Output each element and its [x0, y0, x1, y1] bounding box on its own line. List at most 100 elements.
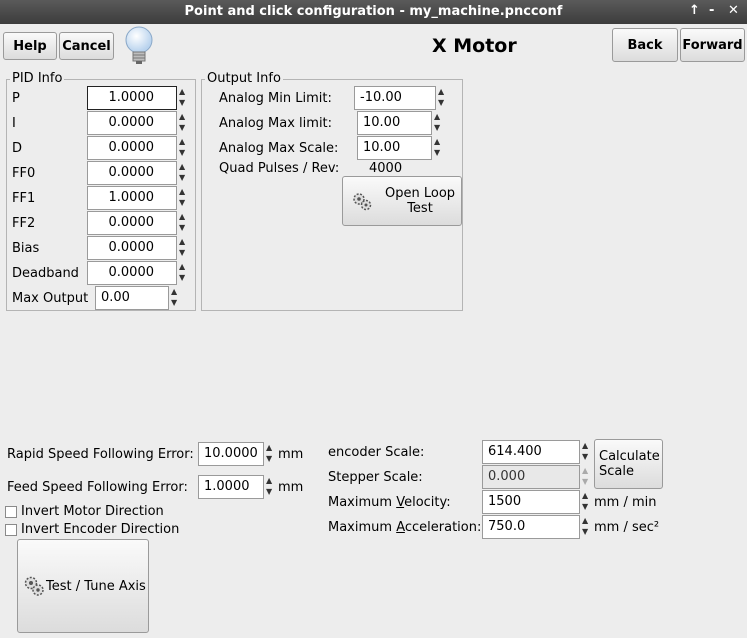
- spin-arrows[interactable]: ▲ ▼: [432, 136, 444, 160]
- analog-min-label: Analog Min Limit:: [219, 91, 332, 106]
- max-acceleration-input[interactable]: 750.0: [482, 515, 580, 539]
- window-title: Point and click configuration - my_machi…: [184, 4, 563, 19]
- stepper-scale-input: 0.000: [482, 465, 580, 489]
- spin-arrows[interactable]: ▲ ▼: [177, 236, 189, 260]
- encoder-scale-spinbox[interactable]: 614.400 ▲ ▼: [482, 440, 592, 464]
- spin-arrows[interactable]: ▲ ▼: [177, 261, 189, 285]
- spin-arrows[interactable]: ▲ ▼: [177, 161, 189, 185]
- max-acceleration-label: Maximum Acceleration:: [328, 520, 482, 535]
- open-loop-label-2: Test: [407, 201, 433, 216]
- analog-min-input[interactable]: -10.00: [354, 86, 436, 110]
- lightbulb-icon: [125, 26, 153, 64]
- analog-scale-spinbox[interactable]: 10.00 ▲ ▼: [357, 136, 444, 160]
- test-tune-axis-button[interactable]: Test / Tune Axis: [17, 539, 149, 633]
- pid-ff2-label: FF2: [12, 216, 36, 231]
- invert-encoder-checkbox[interactable]: [5, 524, 17, 536]
- minimize-icon[interactable]: ‑: [709, 3, 714, 18]
- open-loop-test-button[interactable]: Open Loop Test: [342, 176, 462, 226]
- spin-arrows[interactable]: ▲ ▼: [177, 186, 189, 210]
- pid-p-label: P: [12, 91, 20, 106]
- max-output-spinbox[interactable]: 0.00 ▲ ▼: [95, 286, 181, 310]
- velocity-unit: mm / min: [594, 495, 657, 510]
- calculate-scale-label-2: Scale: [599, 464, 634, 479]
- spin-arrows[interactable]: ▲ ▼: [169, 286, 181, 310]
- pid-d-spinbox[interactable]: 0.0000 ▲ ▼: [87, 136, 189, 160]
- close-icon[interactable]: ✕: [728, 3, 739, 18]
- spin-arrows[interactable]: ▲ ▼: [177, 136, 189, 160]
- test-tune-axis-label: Test / Tune Axis: [46, 578, 146, 594]
- pid-d-input[interactable]: 0.0000: [87, 136, 177, 160]
- max-acceleration-spinbox[interactable]: 750.0 ▲ ▼: [482, 515, 592, 539]
- max-velocity-input[interactable]: 1500: [482, 490, 580, 514]
- spin-arrows[interactable]: ▲ ▼: [177, 211, 189, 235]
- gears-icon: [353, 193, 372, 211]
- spin-arrows[interactable]: ▲ ▼: [580, 490, 592, 514]
- analog-max-input[interactable]: 10.00: [357, 111, 432, 135]
- pid-i-input[interactable]: 0.0000: [87, 111, 177, 135]
- pid-p-input[interactable]: 1.0000: [87, 86, 177, 110]
- feed-following-error-spinbox[interactable]: 1.0000 ▲ ▼: [198, 475, 276, 499]
- forward-button[interactable]: Forward: [680, 28, 745, 62]
- window-titlebar: Point and click configuration - my_machi…: [0, 0, 747, 24]
- stepper-scale-spinbox: 0.000 ▲ ▼: [482, 465, 592, 489]
- invert-motor-checkbox[interactable]: [5, 506, 17, 518]
- pid-bias-spinbox[interactable]: 0.0000 ▲ ▼: [87, 236, 189, 260]
- stepper-scale-label: Stepper Scale:: [328, 470, 423, 485]
- pid-bias-input[interactable]: 0.0000: [87, 236, 177, 260]
- spin-arrows[interactable]: ▲ ▼: [177, 86, 189, 110]
- pid-ff2-input[interactable]: 0.0000: [87, 211, 177, 235]
- page-title: X Motor: [432, 35, 517, 57]
- output-info-legend: Output Info: [205, 71, 283, 86]
- spin-arrows[interactable]: ▲ ▼: [436, 86, 448, 110]
- quad-pulses-value: 4000: [369, 161, 403, 176]
- rapid-following-error-spinbox[interactable]: 10.0000 ▲ ▼: [198, 442, 276, 466]
- analog-scale-input[interactable]: 10.00: [357, 136, 432, 160]
- pid-info-legend: PID Info: [10, 71, 65, 86]
- cancel-button[interactable]: Cancel: [59, 32, 114, 60]
- feed-following-error-input[interactable]: 1.0000: [198, 475, 264, 499]
- analog-max-spinbox[interactable]: 10.00 ▲ ▼: [357, 111, 444, 135]
- pid-ff0-spinbox[interactable]: 0.0000 ▲ ▼: [87, 161, 189, 185]
- calculate-scale-button[interactable]: Calculate Scale: [594, 439, 663, 489]
- pid-ff0-label: FF0: [12, 166, 36, 181]
- spin-arrows[interactable]: ▲ ▼: [177, 111, 189, 135]
- feed-following-error-label: Feed Speed Following Error:: [7, 480, 188, 495]
- rapid-following-error-label: Rapid Speed Following Error:: [7, 447, 194, 462]
- pid-ff1-label: FF1: [12, 191, 36, 206]
- max-output-input[interactable]: 0.00: [95, 286, 169, 310]
- quad-pulses-label: Quad Pulses / Rev:: [219, 161, 340, 176]
- spin-arrows[interactable]: ▲ ▼: [580, 440, 592, 464]
- pid-ff0-input[interactable]: 0.0000: [87, 161, 177, 185]
- pid-deadband-spinbox[interactable]: 0.0000 ▲ ▼: [87, 261, 189, 285]
- encoder-scale-input[interactable]: 614.400: [482, 440, 580, 464]
- invert-encoder-label: Invert Encoder Direction: [21, 522, 180, 537]
- spin-arrows[interactable]: ▲ ▼: [432, 111, 444, 135]
- max-velocity-spinbox[interactable]: 1500 ▲ ▼: [482, 490, 592, 514]
- spin-arrows[interactable]: ▲ ▼: [264, 442, 276, 466]
- back-button[interactable]: Back: [612, 28, 678, 62]
- pid-deadband-label: Deadband: [12, 266, 79, 281]
- pid-ff1-spinbox[interactable]: 1.0000 ▲ ▼: [87, 186, 189, 210]
- analog-max-label: Analog Max limit:: [219, 116, 333, 131]
- analog-min-spinbox[interactable]: -10.00 ▲ ▼: [354, 86, 448, 110]
- max-velocity-label: Maximum Velocity:: [328, 495, 451, 510]
- encoder-scale-label: encoder Scale:: [328, 445, 425, 460]
- pid-p-spinbox[interactable]: 1.0000 ▲ ▼: [87, 86, 189, 110]
- pid-ff2-spinbox[interactable]: 0.0000 ▲ ▼: [87, 211, 189, 235]
- rapid-following-error-input[interactable]: 10.0000: [198, 442, 264, 466]
- open-loop-label-1: Open Loop: [385, 186, 456, 201]
- maximize-icon[interactable]: ↑: [689, 3, 700, 18]
- max-output-label: Max Output: [12, 291, 89, 306]
- feed-unit: mm: [278, 480, 304, 495]
- spin-arrows[interactable]: ▲ ▼: [580, 515, 592, 539]
- help-button[interactable]: Help: [3, 32, 57, 60]
- spin-arrows: ▲ ▼: [582, 466, 589, 486]
- pid-bias-label: Bias: [12, 241, 40, 256]
- pid-i-spinbox[interactable]: 0.0000 ▲ ▼: [87, 111, 189, 135]
- analog-scale-label: Analog Max Scale:: [219, 141, 339, 156]
- calculate-scale-label-1: Calculate: [599, 449, 660, 464]
- pid-ff1-input[interactable]: 1.0000: [87, 186, 177, 210]
- acceleration-unit: mm / sec²: [594, 520, 660, 535]
- spin-arrows[interactable]: ▲ ▼: [264, 475, 276, 499]
- pid-deadband-input[interactable]: 0.0000: [87, 261, 177, 285]
